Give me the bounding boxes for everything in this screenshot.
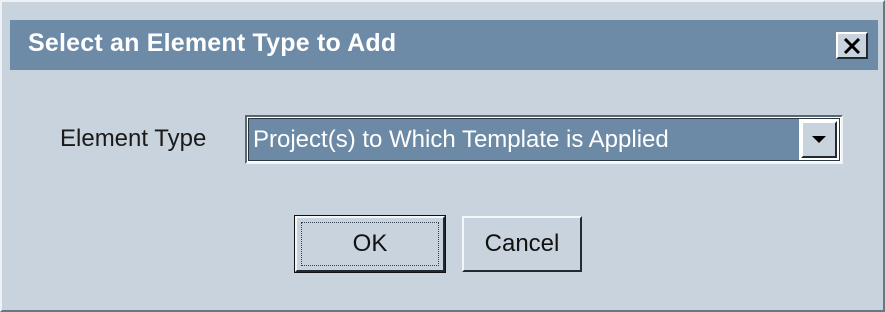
element-type-label: Element Type [60,125,207,152]
dialog-title-bar[interactable]: Select an Element Type to Add [10,20,878,70]
select-element-type-dialog: Select an Element Type to Add Element Ty… [0,0,885,312]
chevron-down-icon [812,135,826,143]
cancel-button[interactable]: Cancel [462,216,582,272]
dropdown-arrow-button[interactable] [801,121,837,158]
dialog-title: Select an Element Type to Add [28,29,397,57]
element-type-dropdown-frame[interactable]: Project(s) to Which Template is Applied [248,118,840,161]
cancel-button-label: Cancel [484,230,560,257]
focus-rectangle [301,222,439,266]
ok-button[interactable]: OK [294,215,446,273]
close-button[interactable] [836,32,868,59]
element-type-dropdown[interactable]: Project(s) to Which Template is Applied [245,115,843,164]
close-icon [843,37,861,54]
element-type-selected-value[interactable]: Project(s) to Which Template is Applied [249,119,799,160]
